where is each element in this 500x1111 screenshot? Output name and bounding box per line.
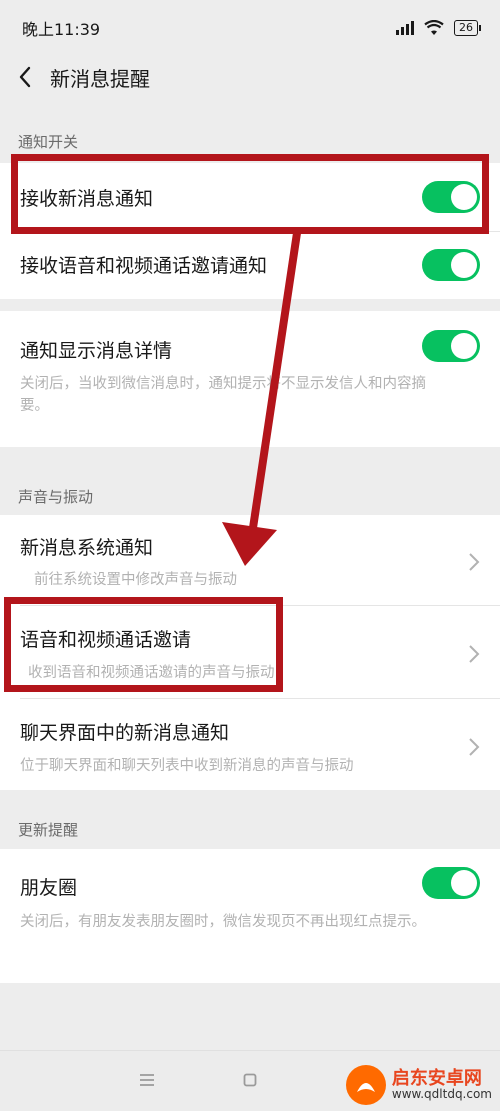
back-icon[interactable]	[14, 66, 36, 88]
watermark-logo-icon	[345, 1065, 386, 1105]
nav-bar: 新消息提醒	[0, 56, 500, 98]
watermark-url: www.qdltdq.com	[391, 1087, 492, 1102]
cell-title: 聊天界面中的新消息通知	[20, 722, 230, 744]
menu-icon[interactable]	[139, 1073, 155, 1087]
chevron-right-icon[interactable]	[468, 737, 480, 757]
section-header-sound: 声音与振动	[18, 488, 94, 506]
cell-title: 接收语音和视频通话邀请通知	[20, 255, 268, 277]
page-title: 新消息提醒	[50, 66, 150, 91]
group-detail: 通知显示消息详情 关闭后，当收到微信消息时，通知提示将不显示发信人和内容摘要。	[0, 311, 500, 447]
toggle-receive-call[interactable]	[422, 249, 480, 281]
toggle-moments[interactable]	[422, 867, 480, 899]
battery-icon: 26	[454, 20, 481, 36]
cell-desc: 前往系统设置中修改声音与振动	[34, 572, 237, 588]
chevron-right-icon[interactable]	[468, 552, 480, 572]
cell-chat-notify[interactable]: 聊天界面中的新消息通知 位于聊天界面和聊天列表中收到新消息的声音与振动	[0, 699, 500, 790]
group-update: 朋友圈 关闭后，有朋友发表朋友圈时，微信发现页不再出现红点提示。	[0, 849, 500, 983]
cell-moments[interactable]: 朋友圈 关闭后，有朋友发表朋友圈时，微信发现页不再出现红点提示。	[0, 849, 500, 983]
home-icon[interactable]	[243, 1073, 257, 1087]
annotation-box-call-invite	[4, 597, 283, 692]
cell-desc: 关闭后，当收到微信消息时，通知提示将不显示发信人和内容摘要。	[20, 376, 426, 414]
cell-show-detail[interactable]: 通知显示消息详情 关闭后，当收到微信消息时，通知提示将不显示发信人和内容摘要。	[0, 311, 500, 447]
watermark: 启东安卓网 www.qdltdq.com	[345, 1065, 492, 1105]
cell-title: 新消息系统通知	[20, 537, 154, 559]
toggle-show-detail[interactable]	[422, 330, 480, 362]
cell-receive-call[interactable]: 接收语音和视频通话邀请通知	[0, 232, 500, 299]
cell-system-notify[interactable]: 新消息系统通知 前往系统设置中修改声音与振动	[0, 515, 500, 605]
cell-desc: 位于聊天界面和聊天列表中收到新消息的声音与振动	[20, 758, 354, 774]
section-header-notify: 通知开关	[18, 133, 79, 151]
status-time: 晚上11:39	[22, 20, 101, 39]
section-header-update: 更新提醒	[18, 821, 79, 839]
signal-icon	[396, 21, 414, 35]
wifi-icon	[424, 20, 444, 35]
status-bar: 晚上11:39 26	[0, 0, 500, 56]
cell-title: 朋友圈	[20, 877, 78, 899]
chevron-right-icon[interactable]	[468, 644, 480, 664]
annotation-box-receive-new	[11, 154, 489, 234]
system-nav-bar: 启东安卓网 www.qdltdq.com	[0, 1050, 500, 1111]
watermark-title: 启东安卓网	[391, 1067, 482, 1089]
cell-title: 通知显示消息详情	[20, 340, 173, 362]
cell-desc: 关闭后，有朋友发表朋友圈时，微信发现页不再出现红点提示。	[20, 914, 426, 930]
